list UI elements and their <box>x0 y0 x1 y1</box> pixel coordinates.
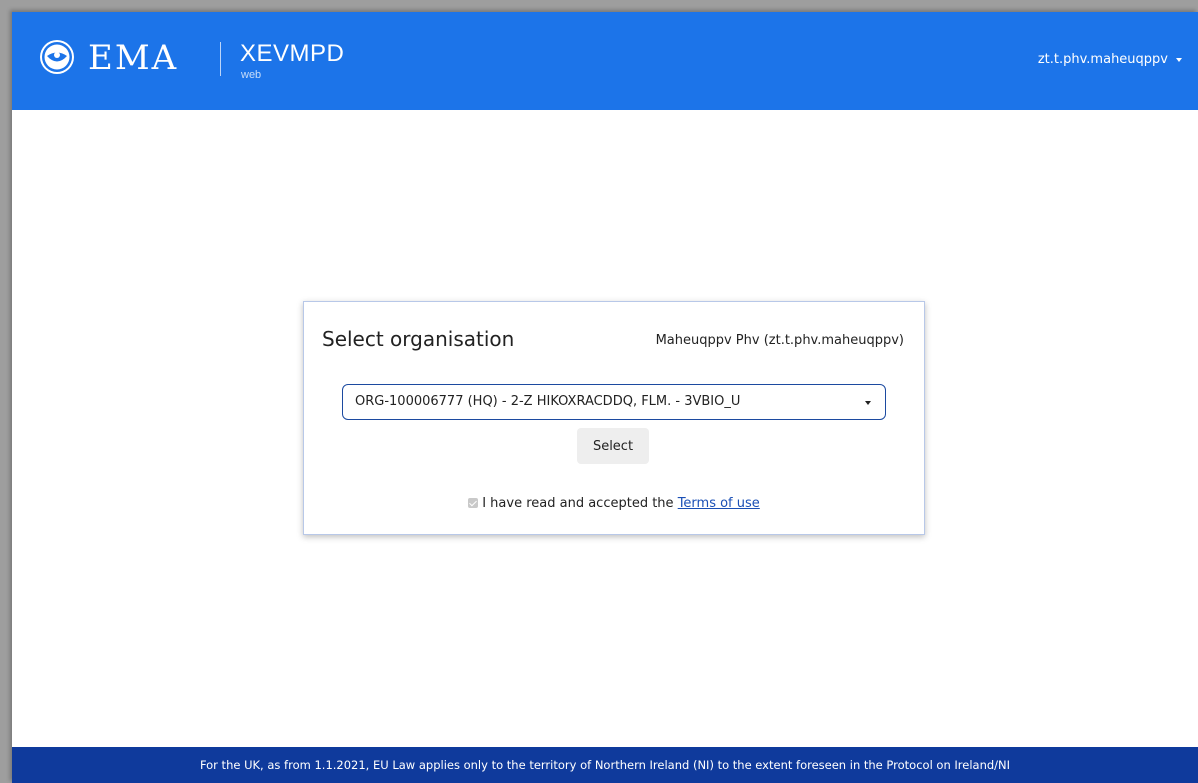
top-header: EMA XEVMPD web zt.t.phv.maheuqppv <box>12 12 1198 110</box>
select-button[interactable]: Select <box>577 428 649 464</box>
user-menu-label: zt.t.phv.maheuqppv <box>1037 52 1168 67</box>
card-title: Select organisation <box>322 327 515 351</box>
terms-checkbox[interactable] <box>468 498 479 508</box>
terms-row: I have read and accepted the Terms of us… <box>304 495 924 513</box>
user-menu[interactable]: zt.t.phv.maheuqppv <box>1038 50 1182 70</box>
chevron-down-icon <box>1176 58 1182 62</box>
footer-notice: For the UK, as from 1.1.2021, EU Law app… <box>12 747 1198 783</box>
terms-text: I have read and accepted the <box>482 496 674 511</box>
select-organisation-card: Select organisation Maheuqppv Phv (zt.t.… <box>303 301 925 535</box>
app-window: EMA XEVMPD web zt.t.phv.maheuqppv Select… <box>12 12 1198 783</box>
app-title: XEVMPD <box>240 40 345 67</box>
chevron-down-icon <box>865 401 871 405</box>
app-subtitle: web <box>241 69 262 81</box>
ema-logo-icon <box>40 40 74 74</box>
terms-of-use-link[interactable]: Terms of use <box>678 496 760 511</box>
brand-name: EMA <box>88 38 179 78</box>
brand-divider <box>220 42 221 76</box>
organisation-select-value: ORG-100006777 (HQ) - 2-Z HIKOXRACDDQ, FL… <box>355 394 741 409</box>
organisation-select[interactable]: ORG-100006777 (HQ) - 2-Z HIKOXRACDDQ, FL… <box>342 384 886 420</box>
current-user-label: Maheuqppv Phv (zt.t.phv.maheuqppv) <box>655 333 904 348</box>
